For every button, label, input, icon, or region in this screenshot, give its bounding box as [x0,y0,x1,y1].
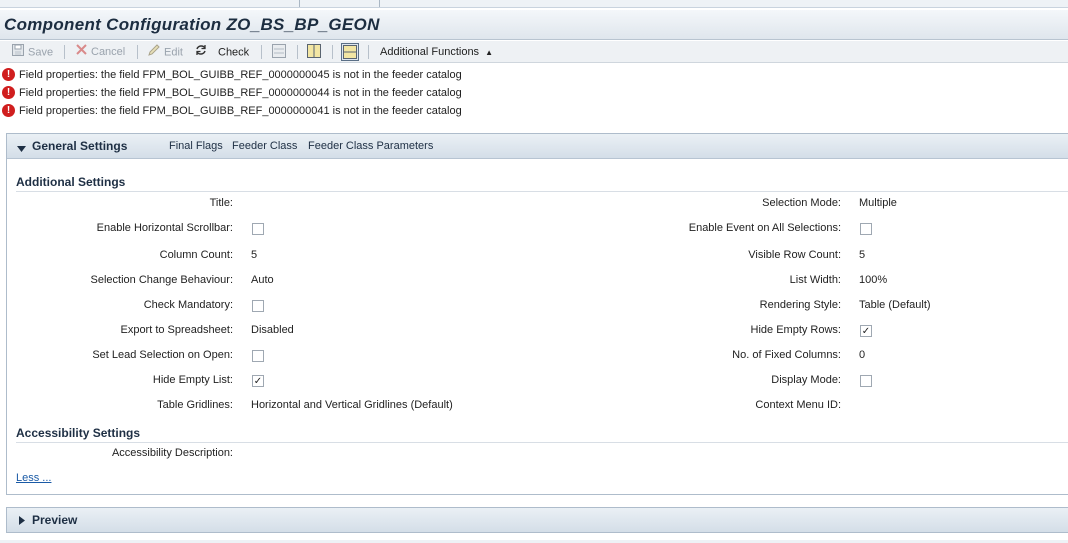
feeder-class-parameters-link[interactable]: Feeder Class Parameters [308,140,433,152]
field-value: 5 [251,249,258,261]
layout-rows-icon[interactable] [341,43,359,61]
layout-single-icon[interactable] [271,43,289,61]
check-button[interactable]: Check [195,44,249,60]
error-message: ! Field properties: the field FPM_BOL_GU… [0,84,1068,102]
pencil-icon [148,44,160,61]
accessibility-description-label: Accessibility Description: [111,447,233,459]
collapse-triangle-icon[interactable] [17,143,26,155]
field-label: Set Lead Selection on Open: [92,349,233,361]
accessibility-settings-title: Accessibility Settings [16,426,141,440]
field-value: 100% [859,274,888,286]
top-tab-2[interactable] [308,0,380,7]
error-message: ! Field properties: the field FPM_BOL_GU… [0,66,1068,84]
field-label: Column Count: [159,249,233,261]
field-checkbox[interactable] [252,350,264,362]
toolbar-separator [137,45,138,59]
field-label: Enable Event on All Selections: [688,222,841,234]
check-label: Check [218,46,250,59]
field-value: Auto [251,274,274,286]
message-text: Field properties: the field FPM_BOL_GUIB… [19,87,462,99]
general-settings-panel: General Settings Final Flags Feeder Clas… [6,133,1068,495]
error-icon: ! [2,68,15,81]
field-label: Table Gridlines: [157,399,233,411]
field-label: Selection Mode: [762,197,841,209]
error-message: ! Field properties: the field FPM_BOL_GU… [0,102,1068,120]
field-checkbox[interactable] [252,223,264,235]
cancel-icon [76,44,87,60]
field-label: Context Menu ID: [755,399,841,411]
field-value: Disabled [251,324,294,336]
cancel-label: Cancel [91,46,126,58]
expand-triangle-icon[interactable] [19,516,25,528]
field-checkbox[interactable] [252,300,264,312]
section-divider [16,191,1068,192]
field-checkbox[interactable] [860,375,872,387]
message-text: Field properties: the field FPM_BOL_GUIB… [19,105,462,117]
preview-title: Preview [32,513,78,527]
general-settings-header[interactable]: General Settings Final Flags Feeder Clas… [7,134,1068,159]
final-flags-link[interactable]: Final Flags [169,140,223,152]
field-label: Rendering Style: [759,299,841,311]
general-settings-title: General Settings [32,139,128,153]
field-label: Export to Spreadsheet: [120,324,233,336]
field-label: Title: [209,197,233,209]
field-label: Visible Row Count: [748,249,841,261]
toolbar-separator [297,45,298,59]
additional-functions-menu[interactable]: Additional Functions ▲ [380,44,493,60]
section-divider [16,442,1068,443]
field-label: Selection Change Behaviour: [90,274,233,286]
field-label: Enable Horizontal Scrollbar: [96,222,233,234]
feeder-class-link[interactable]: Feeder Class [232,140,297,152]
title-bar: Component Configuration ZO_BS_BP_GEON [0,10,1068,40]
top-tab-strip [0,0,1068,8]
additional-settings-title: Additional Settings [16,175,126,189]
page-title: Component Configuration ZO_BS_BP_GEON [4,15,380,34]
field-value: Horizontal and Vertical Gridlines (Defau… [251,399,453,411]
top-tab-1[interactable] [0,0,300,7]
field-checkbox[interactable]: ✓ [860,325,872,337]
toolbar-separator [64,45,65,59]
field-value: 5 [859,249,866,261]
field-label: Hide Empty List: [152,374,233,386]
toolbar-separator [368,45,369,59]
less-link[interactable]: Less ... [16,472,51,484]
toolbar: Save Cancel Edit Check Additional Functi… [0,41,1068,63]
field-label: Display Mode: [771,374,841,386]
toolbar-separator [261,45,262,59]
error-icon: ! [2,86,15,99]
additional-functions-label: Additional Functions [380,46,480,58]
toolbar-separator [332,45,333,59]
field-label: Hide Empty Rows: [750,324,841,336]
field-label: List Width: [789,274,841,286]
save-label: Save [28,46,54,59]
edit-button[interactable]: Edit [148,44,183,60]
refresh-icon [195,44,207,61]
message-text: Field properties: the field FPM_BOL_GUIB… [19,69,462,81]
field-value: Table (Default) [859,299,931,311]
preview-panel[interactable]: Preview [6,507,1068,533]
save-button[interactable]: Save [12,44,53,60]
edit-label: Edit [164,46,183,59]
field-value: Multiple [859,197,897,209]
field-checkbox[interactable] [860,223,872,235]
layout-columns-icon[interactable] [306,43,324,61]
field-label: Check Mandatory: [143,299,233,311]
dropdown-arrow-icon: ▲ [485,48,494,57]
cancel-button[interactable]: Cancel [76,44,125,60]
field-checkbox[interactable]: ✓ [252,375,264,387]
field-value: 0 [859,349,866,361]
field-label: No. of Fixed Columns: [732,349,841,361]
save-icon [12,44,24,61]
error-icon: ! [2,104,15,117]
